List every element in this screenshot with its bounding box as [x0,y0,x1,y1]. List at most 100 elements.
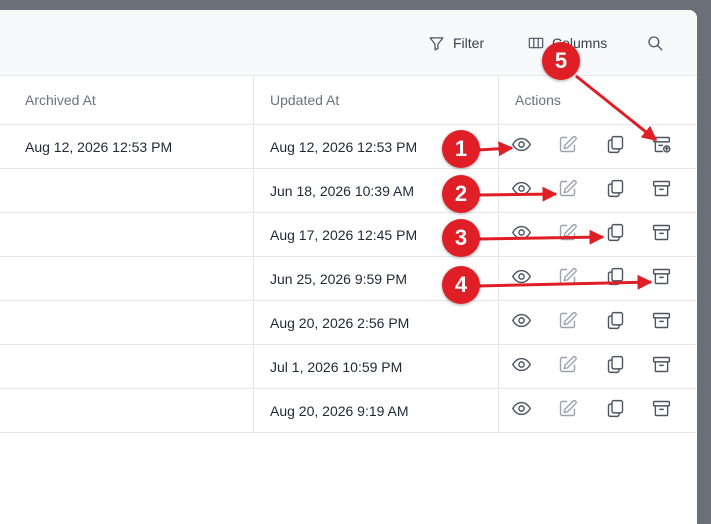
copy-icon [605,266,626,292]
copy-icon [605,178,626,204]
archive-button[interactable] [650,356,672,378]
updated-at-value: Aug 20, 2026 9:19 AM [270,402,409,419]
updated-at-value: Jun 18, 2026 10:39 AM [270,182,414,199]
edit-icon [557,178,578,204]
edit-icon [557,266,578,292]
annotation-badge-5: 5 [542,42,580,80]
header-actions: Actions [499,75,697,124]
unarchive-icon [651,134,672,160]
edit-icon [557,310,578,336]
edit-button[interactable] [556,310,578,336]
duplicate-button[interactable] [604,178,626,204]
table-row: Aug 20, 2026 2:56 PM [0,301,697,345]
edit-icon [557,398,578,424]
search-button[interactable] [646,32,672,54]
eye-icon [511,310,532,336]
edit-button[interactable] [556,134,578,160]
copy-icon [605,310,626,336]
unarchive-button[interactable] [650,136,672,158]
copy-icon [605,354,626,380]
view-button[interactable] [510,180,532,202]
updated-at-cell: Aug 20, 2026 9:19 AM [254,389,499,432]
view-button[interactable] [510,136,532,158]
archived-at-cell: Aug 12, 2026 12:53 PM [0,125,254,168]
copy-icon [605,398,626,424]
copy-icon [605,222,626,248]
edit-button[interactable] [556,355,578,378]
archive-button[interactable] [650,180,672,202]
actions-cell [499,213,697,256]
header-archived-at-label: Archived At [25,91,96,108]
archived-at-cell [0,257,254,300]
archive-button[interactable] [650,268,672,290]
edit-icon [557,222,578,248]
eye-icon [511,354,532,380]
archived-at-value [0,257,25,300]
duplicate-button[interactable] [604,135,626,158]
view-button[interactable] [510,356,532,378]
actions-cell [499,301,697,344]
table-row: Jun 18, 2026 10:39 AM [0,169,697,213]
archive-icon [651,354,672,380]
archive-button[interactable] [650,400,672,422]
edit-button[interactable] [556,222,578,248]
table-row: Jul 1, 2026 10:59 PM [0,345,697,389]
edit-button[interactable] [556,266,578,292]
duplicate-button[interactable] [604,310,626,336]
annotation-badge-3: 3 [442,219,480,257]
archive-button[interactable] [650,224,672,246]
archived-at-value: Aug 12, 2026 12:53 PM [25,138,173,155]
archive-icon [651,266,672,292]
header-archived-at[interactable]: Archived At [0,75,254,124]
archive-button[interactable] [650,312,672,334]
view-button[interactable] [510,224,532,246]
table-panel: Filter Columns Archived At Updated At Ac… [0,10,697,524]
search-icon [648,36,663,51]
annotation-badge-4: 4 [442,266,480,304]
updated-at-value: Aug 12, 2026 12:53 PM [270,138,418,155]
funnel-icon [429,36,444,51]
eye-icon [511,222,532,248]
archive-icon [651,178,672,204]
header-updated-at[interactable]: Updated At [254,75,499,124]
archive-icon [651,398,672,424]
header-updated-at-label: Updated At [270,91,340,108]
archived-at-cell [0,301,254,344]
actions-cell [499,125,697,168]
updated-at-cell: Aug 20, 2026 2:56 PM [254,301,499,344]
view-button[interactable] [510,268,532,290]
actions-cell [499,169,697,212]
table-header-row: Archived At Updated At Actions [0,75,697,125]
duplicate-button[interactable] [604,398,626,424]
filter-button[interactable]: Filter [428,32,484,54]
archive-icon [651,310,672,336]
eye-icon [511,134,532,160]
table-row: Aug 17, 2026 12:45 PM [0,213,697,257]
updated-at-value: Jun 25, 2026 9:59 PM [270,270,407,287]
archive-icon [651,222,672,248]
updated-at-value: Aug 20, 2026 2:56 PM [270,314,410,331]
edit-button[interactable] [556,398,578,424]
eye-icon [511,178,532,204]
duplicate-button[interactable] [604,354,626,380]
edit-button[interactable] [556,178,578,204]
archived-at-cell [0,345,254,388]
duplicate-button[interactable] [604,266,626,292]
archived-at-cell [0,213,254,256]
header-actions-label: Actions [515,91,561,108]
archived-at-value [0,213,25,256]
actions-cell [499,257,697,300]
archived-at-value [0,169,25,212]
updated-at-value: Jul 1, 2026 10:59 PM [270,358,403,375]
actions-cell [499,389,697,432]
archived-at-cell [0,169,254,212]
table-toolbar: Filter Columns [0,10,697,76]
duplicate-button[interactable] [604,222,626,248]
edit-icon [557,134,578,160]
view-button[interactable] [510,400,532,422]
annotation-badge-1: 1 [442,130,480,168]
table-row: Aug 20, 2026 9:19 AM [0,389,697,433]
data-table: Archived At Updated At Actions Aug 12, 2… [0,75,697,433]
table-row: Jun 25, 2026 9:59 PM [0,257,697,301]
view-button[interactable] [510,312,532,334]
